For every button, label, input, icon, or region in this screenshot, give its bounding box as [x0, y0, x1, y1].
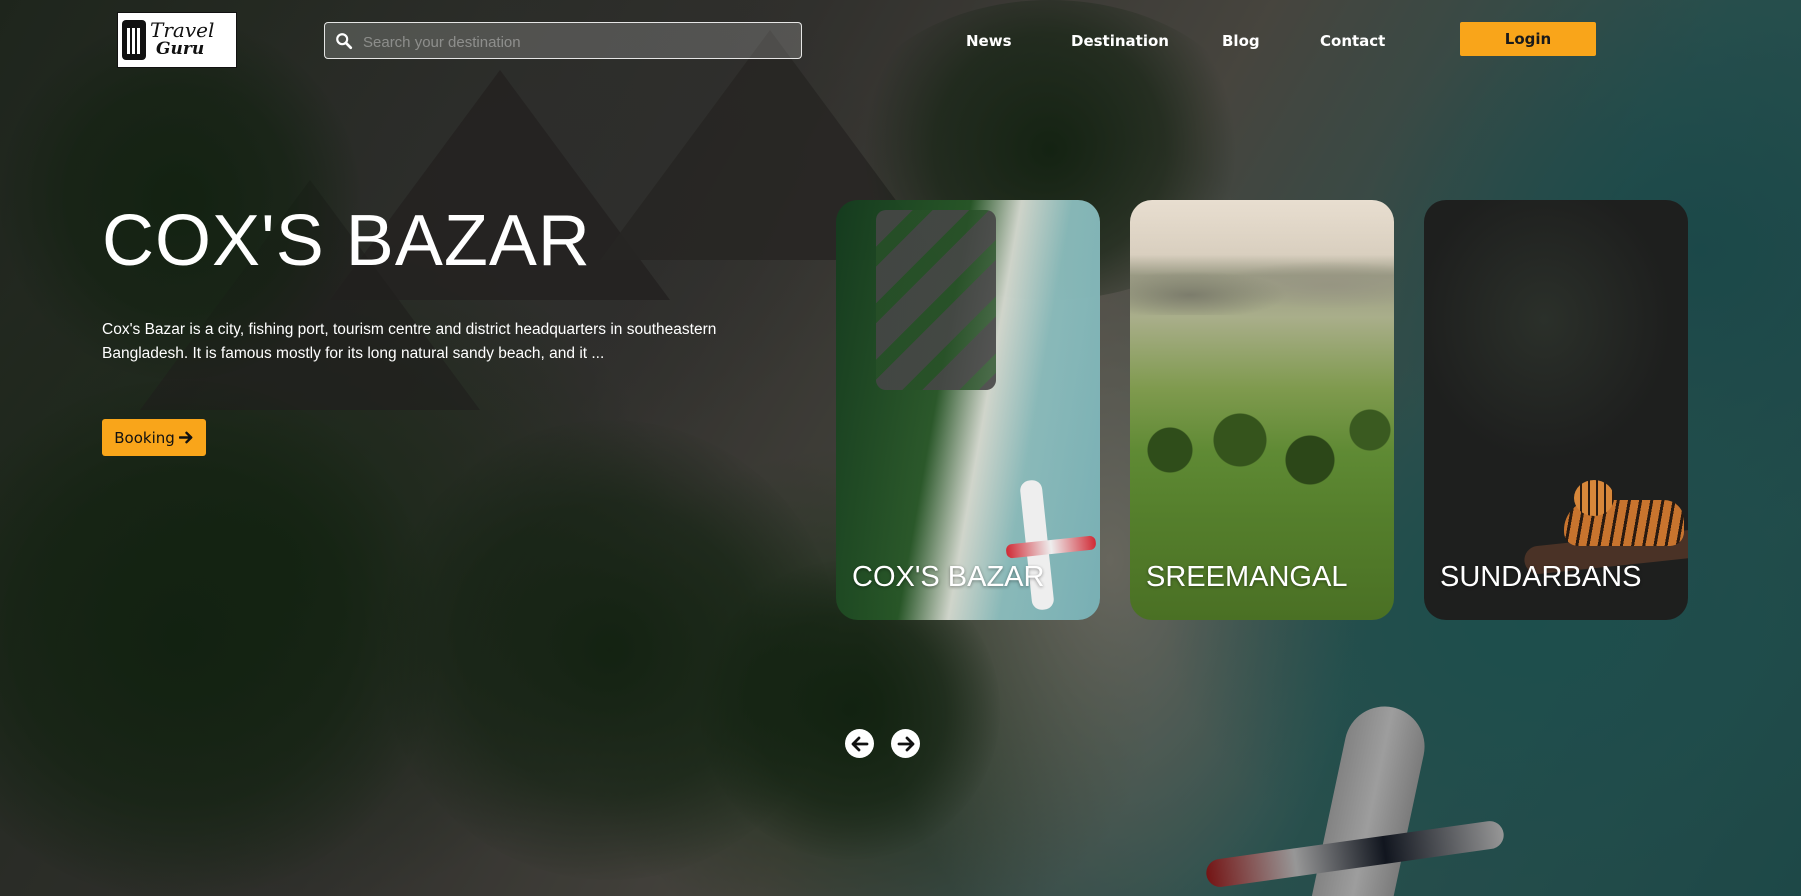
logo-line-1: Travel	[150, 18, 215, 42]
card-label: SREEMANGAL	[1146, 561, 1348, 593]
hero-title: COX'S BAZAR	[102, 201, 591, 281]
destination-card-coxs-bazar[interactable]: COX'S BAZAR	[836, 200, 1100, 620]
palm-shape	[0, 380, 440, 896]
card-image-detail	[1130, 390, 1394, 510]
logo-line-2: Guru	[156, 39, 205, 59]
search-input[interactable]	[361, 28, 785, 56]
slider-prev-button[interactable]	[845, 729, 874, 758]
booking-button[interactable]: Booking	[102, 419, 206, 456]
destination-card-sreemangal[interactable]: SREEMANGAL	[1130, 200, 1394, 620]
search-icon	[336, 33, 353, 50]
arrow-right-circle-icon	[897, 736, 914, 751]
login-button[interactable]: Login	[1460, 22, 1596, 56]
logo-text: Travel Guru	[150, 18, 215, 59]
hero-background: Travel Guru News Destination Blog Contac…	[0, 0, 1801, 896]
slider-next-button[interactable]	[891, 729, 920, 758]
card-image-detail	[1130, 255, 1394, 315]
destination-card-sundarbans[interactable]: SUNDARBANS	[1424, 200, 1688, 620]
nav-blog[interactable]: Blog	[1222, 32, 1260, 50]
nav-news[interactable]: News	[966, 32, 1012, 50]
hero-description: Cox's Bazar is a city, fishing port, tou…	[102, 321, 717, 362]
logo[interactable]: Travel Guru	[117, 12, 237, 68]
card-image-detail	[1005, 535, 1097, 559]
card-label: COX'S BAZAR	[852, 561, 1045, 593]
nav-contact[interactable]: Contact	[1320, 32, 1385, 50]
arrow-left-circle-icon	[851, 736, 868, 751]
card-label: SUNDARBANS	[1440, 561, 1642, 593]
search-box	[324, 22, 802, 59]
booking-label: Booking	[114, 428, 175, 447]
card-image-detail	[876, 210, 996, 390]
nav-destination[interactable]: Destination	[1071, 32, 1169, 50]
arrow-right-icon	[178, 431, 193, 444]
tiger-head-image	[1574, 480, 1614, 516]
suitcase-icon	[122, 20, 146, 60]
